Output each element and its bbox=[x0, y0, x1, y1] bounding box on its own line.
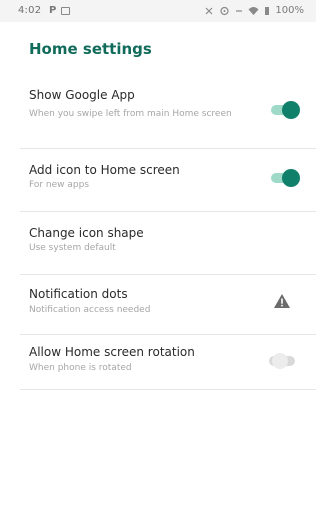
toggle-thumb bbox=[282, 169, 300, 187]
add-icon-toggle[interactable] bbox=[270, 169, 300, 187]
setting-notification-dots[interactable]: Notification dots Notification access ne… bbox=[0, 275, 316, 335]
setting-title: Change icon shape bbox=[29, 226, 144, 240]
setting-summary: Use system default bbox=[29, 243, 116, 253]
setting-title: Allow Home screen rotation bbox=[29, 345, 195, 359]
setting-summary: For new apps bbox=[29, 180, 90, 190]
message-icon bbox=[61, 6, 71, 15]
setting-add-icon-to-home-screen[interactable]: Add icon to Home screen For new apps bbox=[0, 149, 316, 212]
nfc-icon bbox=[205, 7, 213, 14]
status-time: 4:02 bbox=[18, 5, 42, 16]
home-settings-screen: 4:02 P 100% Home settings Show Google Ap… bbox=[0, 0, 316, 531]
setting-allow-home-screen-rotation[interactable]: Allow Home screen rotation When phone is… bbox=[0, 335, 316, 390]
sync-icon bbox=[220, 6, 230, 15]
parking-icon: P bbox=[49, 5, 57, 16]
page-title: Home settings bbox=[29, 40, 152, 58]
toggle-thumb bbox=[282, 101, 300, 119]
setting-title: Show Google App bbox=[29, 88, 135, 102]
setting-show-google-app[interactable]: Show Google App When you swipe left from… bbox=[0, 74, 316, 149]
setting-title: Notification dots bbox=[29, 287, 128, 301]
dash-icon bbox=[236, 9, 243, 12]
status-bar: 4:02 P 100% bbox=[0, 0, 316, 22]
empty-area bbox=[0, 390, 316, 531]
battery-percentage: 100% bbox=[275, 5, 304, 16]
toggle-thumb bbox=[272, 353, 288, 369]
warning-icon bbox=[274, 294, 290, 308]
wifi-icon bbox=[248, 6, 259, 15]
setting-title: Add icon to Home screen bbox=[29, 163, 180, 177]
show-google-app-toggle[interactable] bbox=[270, 101, 300, 119]
battery-icon bbox=[265, 6, 270, 15]
status-right-icons: 100% bbox=[204, 5, 304, 16]
setting-summary: When phone is rotated bbox=[29, 363, 132, 373]
setting-change-icon-shape[interactable]: Change icon shape Use system default bbox=[0, 212, 316, 275]
setting-summary: Notification access needed bbox=[29, 305, 151, 315]
home-screen-rotation-toggle[interactable] bbox=[268, 352, 298, 370]
header: Home settings bbox=[0, 22, 316, 74]
status-left-icons: P bbox=[49, 5, 71, 16]
setting-summary: When you swipe left from main Home scree… bbox=[29, 109, 232, 119]
